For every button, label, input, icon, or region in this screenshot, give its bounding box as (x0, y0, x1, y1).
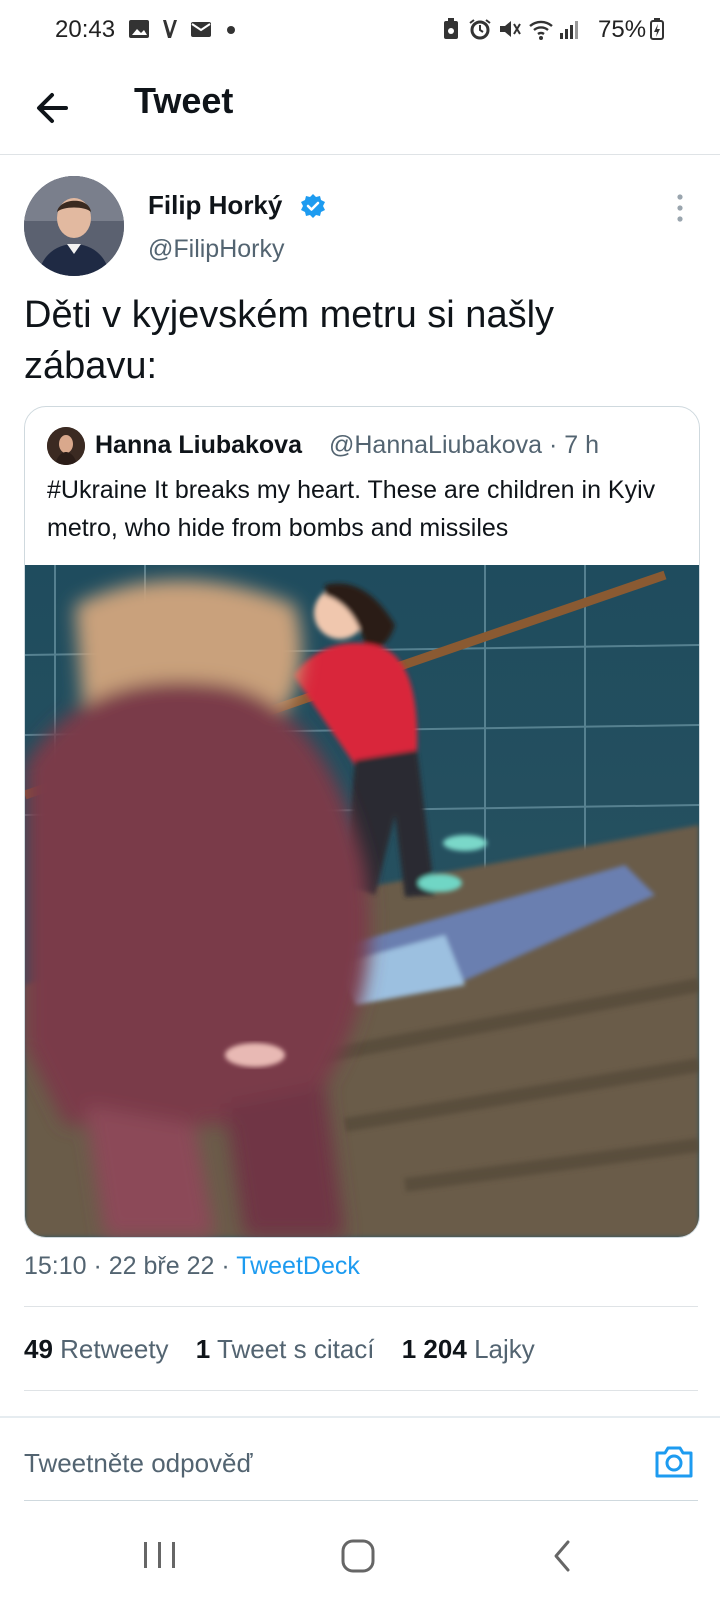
back-arrow-icon[interactable] (28, 82, 80, 134)
author-name[interactable]: Filip Horký (148, 190, 282, 221)
top-app-bar: Tweet (0, 62, 720, 155)
alarm-icon (469, 19, 491, 40)
quoted-tweet[interactable]: Hanna Liubakova @HannaLiubakova · 7 h #U… (24, 406, 700, 1238)
author-handle[interactable]: @FilipHorky (148, 235, 285, 264)
battery-percent: 75% (598, 16, 647, 43)
divider (24, 1500, 698, 1501)
retweets-count: 49 (24, 1334, 53, 1364)
verified-badge-icon (301, 194, 325, 218)
divider (24, 1306, 698, 1307)
quote-author-avatar (47, 427, 85, 465)
tweet-source-link[interactable]: TweetDeck (236, 1252, 360, 1280)
quotes-label: Tweet s citací (217, 1334, 375, 1364)
quote-handle-text: @HannaLiubakova (329, 431, 543, 459)
tweet-meta: 15:10 · 22 bře 22 · TweetDeck (24, 1252, 360, 1281)
battery-icon (650, 18, 664, 40)
status-bar: 20:43 75% (0, 0, 720, 62)
tweet-stats: 49 Retweety 1 Tweet s citací 1 204 Lajky (24, 1334, 555, 1365)
retweets-stat[interactable]: 49 Retweety (24, 1334, 169, 1364)
battery-saver-icon (444, 18, 458, 39)
camera-icon[interactable] (652, 1440, 696, 1484)
reply-input[interactable]: Tweetněte odpověď (24, 1448, 252, 1479)
quote-author-name: Hanna Liubakova (95, 431, 302, 459)
quote-author-handle: @HannaLiubakova · 7 h (329, 431, 599, 460)
tweet-timestamp: 15:10 · 22 bře 22 · (24, 1252, 237, 1280)
author-avatar[interactable] (24, 176, 124, 276)
quote-media-video[interactable] (25, 565, 699, 1237)
recent-apps-icon[interactable] (140, 1540, 180, 1570)
notification-dot-icon (227, 26, 235, 34)
nav-back-icon[interactable] (550, 1538, 574, 1574)
wifi-icon (529, 20, 553, 40)
likes-stat[interactable]: 1 204 Lajky (402, 1334, 535, 1364)
gallery-icon (129, 20, 149, 38)
quotes-stat[interactable]: 1 Tweet s citací (196, 1334, 375, 1364)
retweets-label: Retweety (60, 1334, 169, 1364)
quote-text: #Ukraine It breaks my heart. These are c… (47, 476, 656, 542)
quote-time: · 7 h (548, 431, 600, 459)
divider (0, 1416, 720, 1418)
mail-icon (191, 22, 211, 37)
divider (24, 1390, 698, 1391)
more-vertical-icon[interactable] (672, 192, 688, 224)
likes-count: 1 204 (401, 1334, 467, 1364)
status-time: 20:43 (55, 16, 116, 43)
home-icon[interactable] (340, 1538, 376, 1574)
likes-label: Lajky (474, 1334, 535, 1364)
mute-icon (500, 21, 521, 37)
quotes-count: 1 (195, 1334, 211, 1364)
page-title: Tweet (134, 80, 234, 121)
app-v-icon (163, 20, 177, 38)
signal-icon (560, 21, 578, 39)
tweet-text: Děti v kyjevském metru si našly zábavu: (24, 294, 555, 387)
